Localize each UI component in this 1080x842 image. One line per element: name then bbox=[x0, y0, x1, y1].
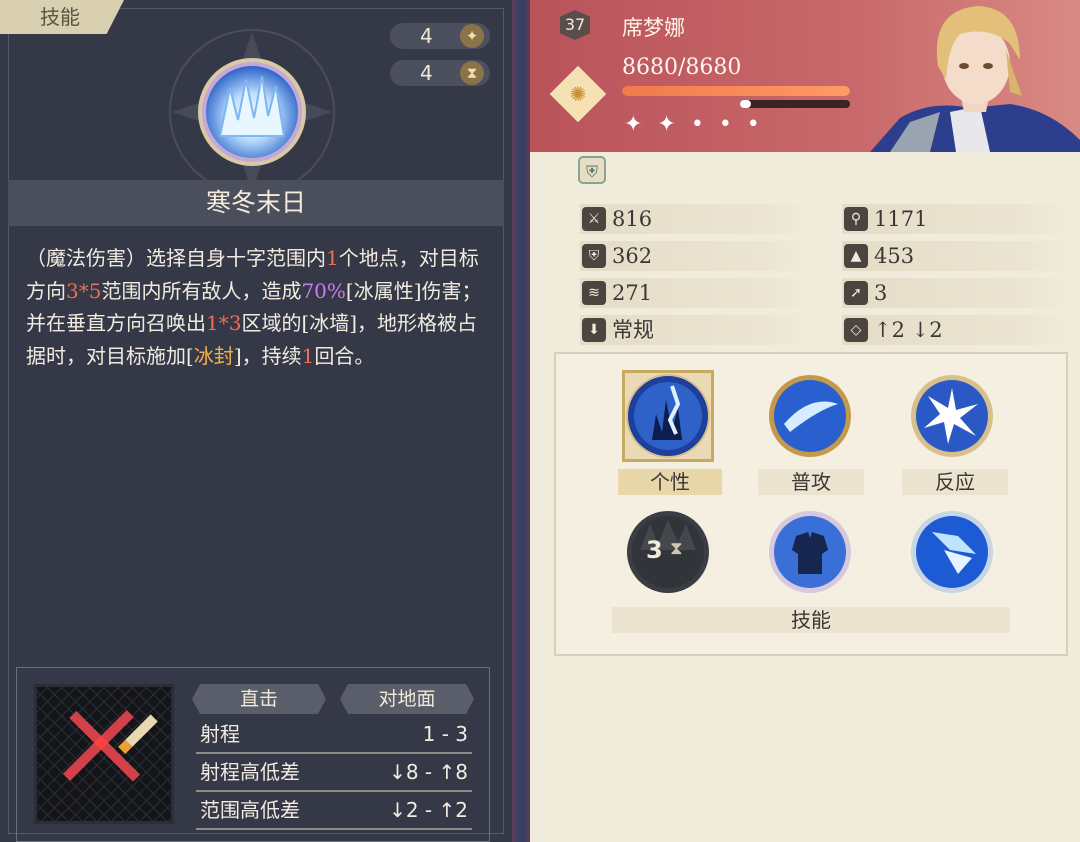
level-badge: 37 bbox=[560, 10, 590, 40]
stat-value: 3 bbox=[874, 281, 888, 305]
normal-attack-label[interactable]: 普攻 bbox=[758, 469, 864, 495]
boot-icon: ➚ bbox=[844, 281, 868, 305]
stat-row: ◇ ↑2 ↓2 bbox=[842, 315, 1072, 345]
cooldown-cost: 4 ⧗ bbox=[390, 60, 490, 86]
background-strip bbox=[512, 0, 532, 842]
light-element-icon: ✺ bbox=[549, 65, 607, 123]
shield-icon: ⛨ bbox=[582, 244, 606, 268]
description-segment: 1 bbox=[301, 343, 315, 368]
range-row: 射程 1 - 3 bbox=[196, 716, 472, 754]
skill-description: （魔法伤害）选择自身十字范围内1个地点，对目标方向3*5范围内所有敌人，造成70… bbox=[26, 242, 488, 372]
move-type-icon: ⬇ bbox=[582, 318, 606, 342]
jump-icon: ◇ bbox=[844, 318, 868, 342]
description-segment: 冰封 bbox=[193, 343, 234, 368]
sword-icon: ⚔ bbox=[582, 207, 606, 231]
wing-icon: ≋ bbox=[582, 281, 606, 305]
hp-bar bbox=[622, 86, 850, 96]
reaction-label[interactable]: 反应 bbox=[902, 469, 1008, 495]
tag-direct-hit: 直击 bbox=[192, 684, 326, 714]
stat-row: ▲ 453 bbox=[842, 241, 1072, 271]
range-height-value: ↓8 - ↑8 bbox=[389, 760, 468, 784]
stat-row: ⚔ 816 bbox=[580, 204, 810, 234]
character-name: 席梦娜 bbox=[622, 16, 685, 40]
stat-row: ≋ 271 bbox=[580, 278, 810, 308]
energy-bar bbox=[740, 100, 850, 108]
stat-value: 816 bbox=[612, 207, 653, 231]
area-height-label: 范围高低差 bbox=[200, 798, 300, 822]
cooldown-number: 3 bbox=[646, 536, 663, 564]
range-grid-icon bbox=[34, 684, 174, 824]
stat-value: 271 bbox=[612, 281, 653, 305]
stat-value: 常规 bbox=[612, 318, 654, 342]
character-header: 37 席梦娜 ✺ 8680/8680 ✦ ✦ • • • bbox=[530, 0, 1080, 152]
stat-value: 362 bbox=[612, 244, 653, 268]
description-segment: ]，持续 bbox=[233, 343, 302, 368]
trait-label[interactable]: 个性 bbox=[618, 469, 722, 495]
range-value: 1 - 3 bbox=[422, 722, 468, 746]
staff-icon: ⚲ bbox=[844, 207, 868, 231]
hp-bar-fill bbox=[622, 86, 850, 96]
stat-value: ↑2 ↓2 bbox=[874, 318, 943, 342]
character-panel: 37 席梦娜 ✺ 8680/8680 ✦ ✦ • • • ⛨ 个性 普攻 反应 … bbox=[530, 0, 1080, 842]
skill-detail-panel: 技能 4 ✦ 4 ⧗ 寒冬末日 （魔法伤害）选择自身十字范围内1个地点，对目标方… bbox=[0, 0, 512, 842]
energy-cost-value: 4 bbox=[420, 24, 433, 48]
area-height-row: 范围高低差 ↓2 - ↑2 bbox=[196, 792, 472, 830]
description-segment: 回合。 bbox=[314, 343, 375, 368]
cooldown-cost-value: 4 bbox=[420, 61, 433, 85]
range-height-row: 射程高低差 ↓8 - ↑8 bbox=[196, 754, 472, 792]
skill-emblem-icon bbox=[169, 29, 335, 195]
hp-text: 8680/8680 bbox=[622, 55, 742, 80]
star-rating: ✦ ✦ • • • bbox=[624, 112, 764, 137]
tag-ground-target: 对地面 bbox=[340, 684, 474, 714]
hourglass-icon: ⧗ bbox=[460, 61, 484, 85]
reaction-skill-icon[interactable] bbox=[910, 374, 994, 458]
stat-row: ➚ 3 bbox=[842, 278, 1072, 308]
range-label: 射程 bbox=[200, 722, 240, 746]
skills-label: 技能 bbox=[612, 607, 1010, 633]
stat-value: 453 bbox=[874, 244, 915, 268]
description-segment: 3*5 bbox=[66, 278, 102, 303]
range-height-label: 射程高低差 bbox=[200, 760, 300, 784]
ice-shard-skill-icon[interactable] bbox=[910, 510, 994, 594]
description-segment: 范围内所有敌人，造成 bbox=[101, 278, 302, 303]
skill-tab[interactable]: 技能 bbox=[0, 0, 124, 34]
defense-buff-icon[interactable]: ⛨ bbox=[578, 156, 606, 184]
witch-hat-icon: ▲ bbox=[844, 244, 868, 268]
character-portrait bbox=[870, 6, 1080, 152]
stat-row: ⛨ 362 bbox=[580, 241, 810, 271]
description-segment: 1 bbox=[326, 246, 339, 270]
star-cost-icon: ✦ bbox=[460, 24, 484, 48]
hourglass-icon: ⧗ bbox=[670, 538, 683, 559]
energy-bar-fill bbox=[740, 100, 751, 108]
stat-value: 1171 bbox=[874, 207, 928, 231]
stat-row: ⚲ 1171 bbox=[842, 204, 1072, 234]
area-height-value: ↓2 - ↑2 bbox=[389, 798, 468, 822]
description-segment: （魔法伤害）选择自身十字范围内 bbox=[26, 246, 326, 270]
skill-slot-on-cooldown-icon[interactable] bbox=[626, 510, 710, 594]
normal-attack-icon[interactable] bbox=[768, 374, 852, 458]
skill-title: 寒冬末日 bbox=[205, 188, 306, 217]
trait-skill-icon[interactable] bbox=[626, 374, 710, 458]
description-segment: 70% bbox=[301, 278, 346, 303]
ice-armor-skill-icon[interactable] bbox=[768, 510, 852, 594]
description-segment: 1*3 bbox=[206, 311, 242, 335]
skill-title-bar: 寒冬末日 bbox=[8, 180, 504, 226]
stat-row: ⬇ 常规 bbox=[580, 315, 810, 345]
energy-cost: 4 ✦ bbox=[390, 23, 490, 49]
